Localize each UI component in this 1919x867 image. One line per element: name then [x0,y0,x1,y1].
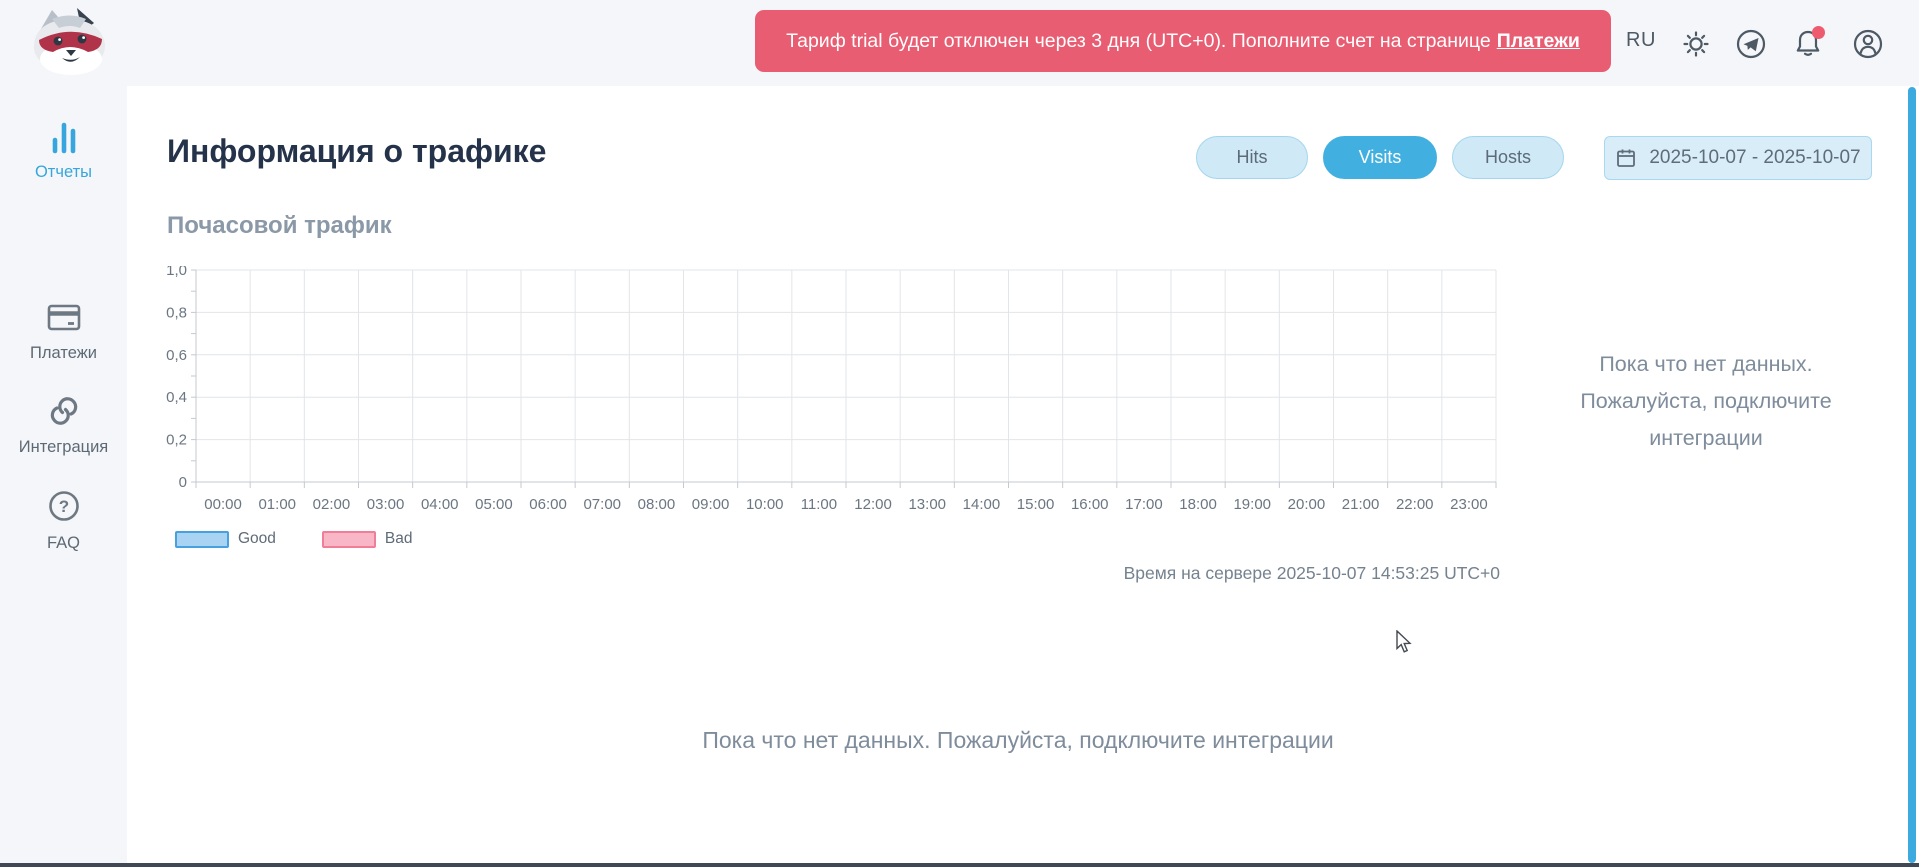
question-icon: ? [44,488,84,526]
legend-swatch-good[interactable] [175,531,229,548]
sidebar-item-reports[interactable]: Отчеты [0,119,127,182]
svg-text:20:00: 20:00 [1288,496,1326,513]
top-header: Тариф trial будет отключен через 3 дня (… [0,0,1919,86]
svg-text:1,0: 1,0 [166,266,187,279]
legend-label-bad[interactable]: Bad [385,530,413,548]
svg-text:15:00: 15:00 [1017,496,1055,513]
mouse-cursor [1396,630,1414,654]
sidebar-item-label: FAQ [0,534,127,553]
server-time-label: Время на сервере 2025-10-07 14:53:25 UTC… [1100,563,1500,584]
chart-legend: Good Bad [175,530,413,548]
svg-text:02:00: 02:00 [313,496,351,513]
svg-text:0,2: 0,2 [166,432,187,449]
sidebar: Отчеты Платежи Интеграция ? FAQ [0,86,127,863]
sidebar-item-payments[interactable]: Платежи [0,300,127,363]
legend-label-good[interactable]: Good [238,530,276,548]
svg-text:12:00: 12:00 [854,496,892,513]
svg-text:04:00: 04:00 [421,496,459,513]
svg-text:07:00: 07:00 [583,496,621,513]
page-empty-message: Пока что нет данных. Пожалуйста, подключ… [127,727,1909,754]
visits-button[interactable]: Visits [1323,136,1437,179]
date-range-value: 2025-10-07 - 2025-10-07 [1649,147,1860,169]
sidebar-item-label: Платежи [0,344,127,363]
legend-swatch-bad[interactable] [322,531,376,548]
svg-text:10:00: 10:00 [746,496,784,513]
svg-text:09:00: 09:00 [692,496,730,513]
svg-text:08:00: 08:00 [638,496,676,513]
svg-text:0: 0 [179,474,187,491]
svg-text:0,8: 0,8 [166,304,187,321]
chart-empty-message: Пока что нет данных. Пожалуйста, подключ… [1536,346,1876,457]
svg-text:01:00: 01:00 [258,496,296,513]
notifications-bell-icon[interactable] [1790,25,1828,61]
sidebar-item-label: Интеграция [0,438,127,457]
section-title-hourly-traffic: Почасовой трафик [167,212,392,240]
date-range-picker[interactable]: 2025-10-07 - 2025-10-07 [1604,136,1872,180]
svg-text:00:00: 00:00 [204,496,242,513]
hits-button[interactable]: Hits [1196,136,1308,179]
svg-text:11:00: 11:00 [801,496,837,513]
svg-text:17:00: 17:00 [1125,496,1163,513]
svg-text:23:00: 23:00 [1450,496,1488,513]
window-bottom-edge [0,863,1919,867]
svg-text:19:00: 19:00 [1233,496,1271,513]
language-switcher[interactable]: RU [1626,29,1656,52]
svg-text:03:00: 03:00 [367,496,405,513]
telegram-icon[interactable] [1734,25,1768,61]
svg-text:14:00: 14:00 [963,496,1001,513]
sidebar-item-label: Отчеты [0,163,127,182]
profile-icon[interactable] [1851,25,1885,61]
svg-text:21:00: 21:00 [1342,496,1380,513]
notification-dot [1812,26,1825,39]
banner-payments-link[interactable]: Платежи [1497,30,1580,53]
theme-sun-icon[interactable] [1679,25,1713,61]
vertical-scrollbar[interactable] [1908,87,1916,863]
svg-text:05:00: 05:00 [475,496,513,513]
svg-text:0,4: 0,4 [166,389,187,406]
svg-text:18:00: 18:00 [1179,496,1217,513]
trial-warning-banner: Тариф trial будет отключен через 3 дня (… [755,10,1611,72]
bar-chart-icon [44,119,84,155]
svg-text:0,6: 0,6 [166,347,187,364]
hourly-traffic-chart: 1,0 0,8 0,6 0,4 0,2 0 00:00 01:00 02:00 03:00 04:0… [148,266,1514,520]
svg-text:13:00: 13:00 [908,496,946,513]
svg-text:?: ? [58,497,68,516]
app-logo-raccoon[interactable] [22,4,118,80]
page-title: Информация о трафике [167,133,546,170]
sidebar-item-integration[interactable]: Интеграция [0,392,127,457]
svg-text:22:00: 22:00 [1396,496,1434,513]
sidebar-item-faq[interactable]: ? FAQ [0,488,127,553]
credit-card-icon [44,300,84,336]
svg-text:06:00: 06:00 [529,496,567,513]
calendar-icon [1615,147,1637,169]
banner-text: Тариф trial будет отключен через 3 дня (… [786,30,1491,53]
link-icon [44,392,84,430]
hosts-button[interactable]: Hosts [1452,136,1564,179]
svg-text:16:00: 16:00 [1071,496,1109,513]
